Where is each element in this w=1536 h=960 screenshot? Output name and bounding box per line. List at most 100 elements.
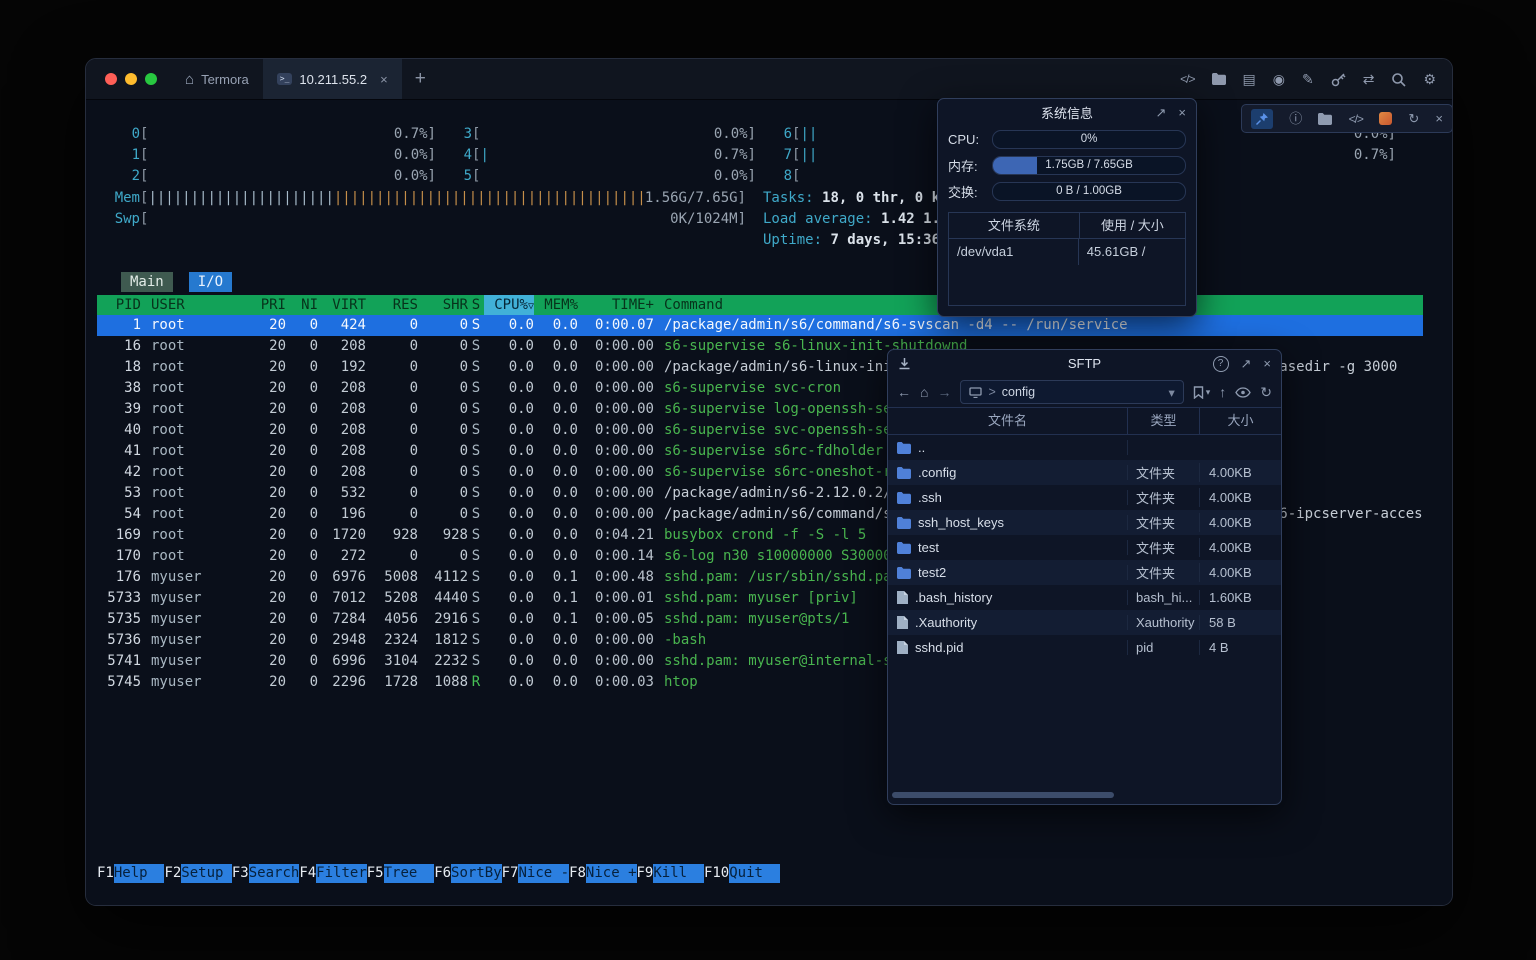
- fkey-button[interactable]: F4Filter: [299, 864, 366, 883]
- info-icon[interactable]: ⓘ: [1289, 112, 1302, 125]
- chevron-down-icon[interactable]: ▾: [1168, 385, 1174, 400]
- process-virt: 208: [318, 399, 366, 420]
- sftp-file-row[interactable]: .ssh 文件夹 4.00KB: [888, 485, 1281, 510]
- sftp-file-row[interactable]: ..: [888, 435, 1281, 460]
- col-filename[interactable]: 文件名: [888, 408, 1128, 434]
- fkey-button[interactable]: F6SortBy: [434, 864, 501, 883]
- cpu-meter-value: 0.0%]: [394, 145, 436, 166]
- cpu-meter: 4[|0.7%]: [446, 145, 766, 166]
- col-virt[interactable]: VIRT: [318, 295, 366, 315]
- horizontal-scrollbar-thumb[interactable]: [892, 792, 1114, 798]
- meter-open-bracket: [: [792, 166, 800, 187]
- close-toolbar-icon[interactable]: ×: [1435, 112, 1443, 125]
- forward-icon[interactable]: →: [937, 385, 951, 399]
- home-icon[interactable]: ⌂: [920, 385, 928, 399]
- close-panel-icon[interactable]: ×: [1178, 105, 1186, 120]
- key-manager-icon[interactable]: [1331, 72, 1346, 87]
- fkey-button[interactable]: F7Nice -: [502, 864, 569, 883]
- process-pid: 170: [97, 546, 141, 567]
- process-cpu: 0.0: [484, 609, 534, 630]
- log-icon[interactable]: ▤: [1243, 72, 1256, 86]
- process-pid: 176: [97, 567, 141, 588]
- sftp-file-row[interactable]: sshd.pid pid 4 B: [888, 635, 1281, 660]
- col-filesize[interactable]: 大小: [1200, 408, 1281, 434]
- fkey-button[interactable]: F10Quit: [704, 864, 780, 883]
- record-macro-icon[interactable]: ◉: [1273, 72, 1285, 86]
- new-tab-button[interactable]: +: [402, 59, 439, 99]
- screen-tab-io[interactable]: I/O: [189, 272, 232, 292]
- open-in-window-icon[interactable]: ↗: [1156, 105, 1167, 121]
- minimize-window-button[interactable]: [125, 73, 137, 85]
- upload-icon[interactable]: ↑: [1219, 385, 1226, 399]
- process-pri: 20: [246, 567, 286, 588]
- col-mem[interactable]: MEM%: [534, 295, 578, 315]
- sftp-file-row[interactable]: .bash_history bash_hi... 1.60KB: [888, 585, 1281, 610]
- col-s[interactable]: S: [468, 295, 484, 315]
- cpu-meter-label: 7: [766, 145, 792, 166]
- col-time[interactable]: TIME+: [578, 295, 654, 315]
- snippets-icon[interactable]: </>: [1180, 73, 1194, 85]
- cpu-meter-label: 6: [766, 124, 792, 145]
- pin-icon[interactable]: [1251, 109, 1273, 129]
- terminal-code-icon[interactable]: </>: [1349, 113, 1363, 125]
- filesystem-row[interactable]: /dev/vda1 45.61GB / 58.3...: [949, 239, 1185, 265]
- transfer-download-icon[interactable]: [898, 357, 911, 370]
- tab-termora[interactable]: ⌂ Termora: [171, 59, 263, 99]
- screen-tab-main[interactable]: Main: [121, 272, 173, 292]
- sftp-file-row[interactable]: .config 文件夹 4.00KB: [888, 460, 1281, 485]
- process-time: 0:00.00: [578, 651, 654, 672]
- process-cpu: 0.0: [484, 630, 534, 651]
- back-icon[interactable]: ←: [897, 385, 911, 399]
- folder-icon[interactable]: [1212, 73, 1226, 85]
- close-window-button[interactable]: [105, 73, 117, 85]
- process-time: 0:00.00: [578, 630, 654, 651]
- col-shr[interactable]: SHR: [418, 295, 468, 315]
- col-res[interactable]: RES: [366, 295, 418, 315]
- col-user[interactable]: USER: [141, 295, 246, 315]
- fkey-number: F10: [704, 864, 729, 883]
- bookmarks-control[interactable]: ▾: [1193, 386, 1211, 399]
- refresh-icon[interactable]: ↻: [1408, 112, 1419, 125]
- fkey-button[interactable]: F5Tree: [367, 864, 434, 883]
- process-time: 0:00.00: [578, 462, 654, 483]
- col-cpu-sorted[interactable]: CPU%▽: [484, 295, 534, 315]
- process-state: S: [468, 441, 484, 462]
- tab-host[interactable]: >_ 10.211.55.2 ×: [263, 59, 402, 99]
- process-shr: 1088: [418, 672, 468, 693]
- process-row[interactable]: 1 root 20 0 424 0 0 S 0.0 0.0 0:00.07 /p…: [97, 315, 1423, 336]
- col-pid[interactable]: PID: [97, 295, 141, 315]
- refresh-icon[interactable]: ↻: [1260, 385, 1272, 399]
- settings-gear-icon[interactable]: ⚙: [1423, 72, 1436, 86]
- help-icon[interactable]: ?: [1213, 356, 1229, 372]
- col-filetype[interactable]: 类型: [1128, 408, 1200, 434]
- zoom-window-button[interactable]: [145, 73, 157, 85]
- sftp-file-row[interactable]: test2 文件夹 4.00KB: [888, 560, 1281, 585]
- open-in-window-icon[interactable]: ↗: [1241, 356, 1252, 372]
- port-forward-icon[interactable]: ⇄: [1363, 72, 1375, 86]
- col-ni[interactable]: NI: [286, 295, 318, 315]
- process-ni: 0: [286, 651, 318, 672]
- fkey-button[interactable]: F8Nice +: [569, 864, 636, 883]
- edit-icon[interactable]: ✎: [1302, 72, 1314, 86]
- process-ni: 0: [286, 315, 318, 336]
- sftp-file-row[interactable]: ssh_host_keys 文件夹 4.00KB: [888, 510, 1281, 535]
- fkey-button[interactable]: F2Setup: [164, 864, 231, 883]
- sftp-file-row[interactable]: .Xauthority Xauthority 58 B: [888, 610, 1281, 635]
- close-tab-icon[interactable]: ×: [380, 72, 388, 87]
- fkey-button[interactable]: F1Help: [97, 864, 164, 883]
- app-badge-icon[interactable]: [1379, 112, 1392, 125]
- search-icon[interactable]: [1391, 72, 1406, 87]
- show-hidden-eye-icon[interactable]: [1235, 387, 1251, 398]
- fkey-button[interactable]: F9Kill: [637, 864, 704, 883]
- meter-open-bracket: [: [140, 124, 148, 145]
- close-panel-icon[interactable]: ×: [1263, 356, 1271, 371]
- fkey-button[interactable]: F3Search: [232, 864, 299, 883]
- process-state: S: [468, 378, 484, 399]
- col-pri[interactable]: PRI: [246, 295, 286, 315]
- files-icon[interactable]: [1318, 113, 1332, 125]
- path-breadcrumb[interactable]: > config ▾: [960, 380, 1183, 404]
- process-pid: 18: [97, 357, 141, 378]
- sftp-file-row[interactable]: test 文件夹 4.00KB: [888, 535, 1281, 560]
- process-res: 0: [366, 483, 418, 504]
- process-virt: 208: [318, 462, 366, 483]
